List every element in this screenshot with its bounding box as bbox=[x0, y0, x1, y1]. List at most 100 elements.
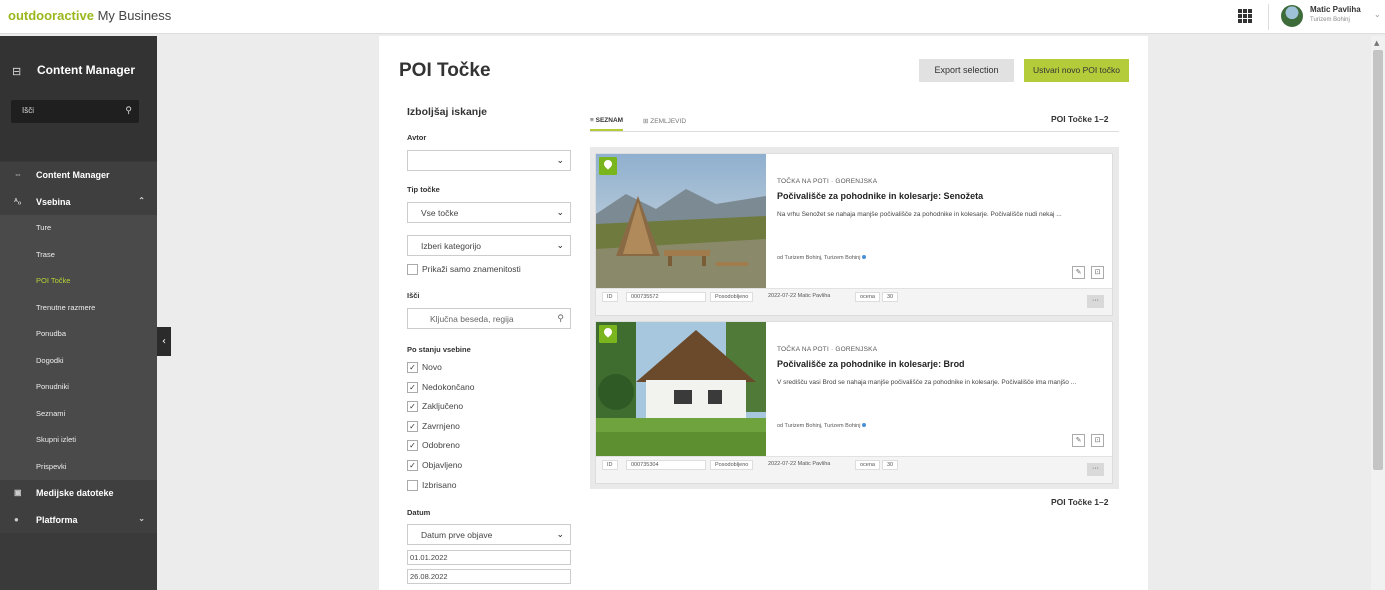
poi-author-text: od Turizem Bohinj, Turizem Bohinj bbox=[777, 255, 861, 261]
poi-image[interactable] bbox=[596, 322, 766, 456]
poi-category: TOČKA NA POTI · GORENJSKA bbox=[777, 178, 878, 185]
sidebar-item-label: Medijske datoteke bbox=[36, 488, 114, 498]
map-pin-icon bbox=[599, 325, 617, 343]
poi-title[interactable]: Počivališče za pohodnike in kolesarje: B… bbox=[777, 359, 965, 369]
checkbox[interactable]: ✓ bbox=[407, 401, 418, 412]
search-icon[interactable]: ⚲ bbox=[125, 105, 132, 116]
sidebar-item-medijske-datoteke[interactable]: ▣ Medijske datoteke bbox=[0, 480, 157, 507]
type-select[interactable]: Vse točke ⌄ bbox=[407, 202, 571, 223]
sidebar-item-poi-tocke[interactable]: POI Točke bbox=[0, 268, 157, 295]
sidebar-item-content-manager[interactable]: ⇔ Content Manager bbox=[0, 162, 157, 189]
scroll-up-icon[interactable]: ▲ bbox=[1374, 39, 1379, 47]
list-item[interactable]: TOČKA NA POTI · GORENJSKA Počivališče za… bbox=[595, 321, 1113, 484]
brand-logo[interactable]: outdooractive My Business bbox=[8, 8, 171, 23]
more-actions-button[interactable]: ··· bbox=[1087, 463, 1104, 476]
sidebar-item-ponudniki[interactable]: Ponudniki bbox=[0, 374, 157, 401]
chevron-up-icon: ⌃ bbox=[138, 195, 145, 205]
status-label: Po stanju vsebine bbox=[407, 345, 471, 354]
poi-author: od Turizem Bohinj, Turizem Bohinj bbox=[777, 423, 867, 429]
updated-label: Posodobljeno bbox=[710, 292, 754, 302]
page-scrollbar[interactable]: ▲ bbox=[1371, 36, 1385, 590]
sidebar-title: Content Manager bbox=[37, 63, 136, 77]
app-grid-icon[interactable] bbox=[1238, 9, 1252, 23]
poi-title[interactable]: Počivališče za pohodnike in kolesarje: S… bbox=[777, 191, 983, 201]
more-actions-button[interactable]: ··· bbox=[1087, 295, 1104, 308]
type-value: Vse točke bbox=[421, 208, 459, 218]
rating-label: ocena bbox=[855, 292, 880, 302]
keyword-search-input[interactable]: Ključna beseda, regija ⚲ bbox=[407, 308, 571, 329]
avatar[interactable] bbox=[1281, 5, 1303, 27]
globe-icon: ● bbox=[14, 514, 19, 524]
date-type-value: Datum prve objave bbox=[421, 530, 493, 540]
search-placeholder: Ključna beseda, regija bbox=[430, 314, 514, 324]
create-poi-button[interactable]: Ustvari novo POI točko bbox=[1024, 59, 1129, 82]
checkbox[interactable]: ✓ bbox=[407, 421, 418, 432]
poi-category: TOČKA NA POTI · GORENJSKA bbox=[777, 346, 878, 353]
date-to-input[interactable]: 26.08.2022 bbox=[407, 569, 571, 584]
bookmark-icon[interactable]: ⊡ bbox=[1091, 266, 1104, 279]
author-label: Avtor bbox=[407, 133, 427, 142]
sidebar-item-platforma[interactable]: ● Platforma ⌄ bbox=[0, 506, 157, 533]
checkbox[interactable]: ✓ bbox=[407, 460, 418, 471]
chevron-down-icon[interactable]: ⌄ bbox=[1374, 10, 1381, 19]
brand-secondary: My Business bbox=[97, 8, 172, 23]
bookmark-icon[interactable]: ⊡ bbox=[1091, 434, 1104, 447]
tab-list-label: SEZNAM bbox=[595, 117, 624, 124]
checkbox[interactable]: ✓ bbox=[407, 382, 418, 393]
updated-label: Posodobljeno bbox=[710, 460, 754, 470]
sidebar-nav: ⇔ Content Manager ᴬₒ Vsebina ⌃ Ture Tras… bbox=[0, 162, 157, 533]
search-icon[interactable]: ⚲ bbox=[557, 313, 564, 324]
checkbox[interactable] bbox=[407, 480, 418, 491]
sidebar-item-label: Trase bbox=[36, 249, 55, 259]
scrollbar-thumb[interactable] bbox=[1373, 50, 1383, 470]
status-label-text: Nedokončano bbox=[422, 382, 475, 392]
chevron-down-icon: ⌄ bbox=[556, 240, 564, 250]
rating-label: ocena bbox=[855, 460, 880, 470]
sidebar-item-ponudba[interactable]: Ponudba bbox=[0, 321, 157, 348]
list-item[interactable]: TOČKA NA POTI · GORENJSKA Počivališče za… bbox=[595, 153, 1113, 316]
sidebar-search-input[interactable]: Išči ⚲ bbox=[11, 100, 139, 123]
poi-image[interactable] bbox=[596, 154, 766, 288]
poi-description: Na vrhu Senožet se nahaja manjše počival… bbox=[777, 211, 1062, 218]
tab-map[interactable]: ⊞ ZEMLJEVID bbox=[643, 117, 686, 131]
export-selection-button[interactable]: Export selection bbox=[919, 59, 1014, 82]
user-name[interactable]: Matic Pavliha bbox=[1310, 5, 1361, 14]
sidebar-collapse-button[interactable]: ‹ bbox=[157, 327, 171, 356]
category-value: Izberi kategorijo bbox=[421, 241, 482, 251]
rating-value: 30 bbox=[882, 292, 899, 302]
date-type-select[interactable]: Datum prve objave ⌄ bbox=[407, 524, 571, 545]
date-from-input[interactable]: 01.01.2022 bbox=[407, 550, 571, 565]
sidebar-item-seznami[interactable]: Seznami bbox=[0, 400, 157, 427]
page-title: POI Točke bbox=[399, 60, 491, 81]
tab-list[interactable]: ≡ SEZNAM bbox=[590, 117, 624, 131]
sidebar-item-label: Dogodki bbox=[36, 355, 64, 365]
edit-icon[interactable]: ✎ bbox=[1072, 266, 1085, 279]
category-select[interactable]: Izberi kategorijo ⌄ bbox=[407, 235, 571, 256]
author-select[interactable]: ⌄ bbox=[407, 150, 571, 171]
checkbox[interactable] bbox=[407, 264, 418, 275]
sidebar-item-label: Vsebina bbox=[36, 196, 71, 207]
status-label-text: Odobreno bbox=[422, 440, 460, 450]
poi-author: od Turizem Bohinj, Turizem Bohinj bbox=[777, 255, 867, 261]
main-panel: POI Točke Export selection Ustvari novo … bbox=[379, 36, 1148, 590]
chevron-down-icon: ⌄ bbox=[556, 207, 564, 217]
sidebar-item-dogodki[interactable]: Dogodki bbox=[0, 347, 157, 374]
id-value: 000735572 bbox=[626, 292, 706, 302]
type-label: Tip točke bbox=[407, 185, 440, 194]
sidebar-item-label: Skupni izleti bbox=[36, 435, 77, 444]
sidebar-item-ture[interactable]: Ture bbox=[0, 215, 157, 242]
sidebar-item-vsebina[interactable]: ᴬₒ Vsebina ⌃ bbox=[0, 188, 157, 215]
checkbox[interactable]: ✓ bbox=[407, 440, 418, 451]
landmarks-label: Prikaži samo znamenitosti bbox=[422, 264, 521, 274]
sidebar-item-label: Ponudniki bbox=[36, 382, 69, 391]
sidebar-item-skupni-izleti[interactable]: Skupni izleti bbox=[0, 427, 157, 454]
edit-icon[interactable]: ✎ bbox=[1072, 434, 1085, 447]
result-count-bottom: POI Točke 1–2 bbox=[1051, 497, 1109, 507]
checkbox[interactable]: ✓ bbox=[407, 362, 418, 373]
sidebar-item-prispevki[interactable]: Prispevki bbox=[0, 453, 157, 480]
view-tabs: ≡ SEZNAM ⊞ ZEMLJEVID bbox=[590, 112, 1119, 132]
tab-map-label: ZEMLJEVID bbox=[650, 118, 687, 125]
sidebar-item-trenutne-razmere[interactable]: Trenutne razmere bbox=[0, 294, 157, 321]
sidebar-item-trase[interactable]: Trase bbox=[0, 241, 157, 268]
poi-meta: ID 000735304 Posodobljeno 2022-07-22 Mat… bbox=[596, 456, 1112, 483]
